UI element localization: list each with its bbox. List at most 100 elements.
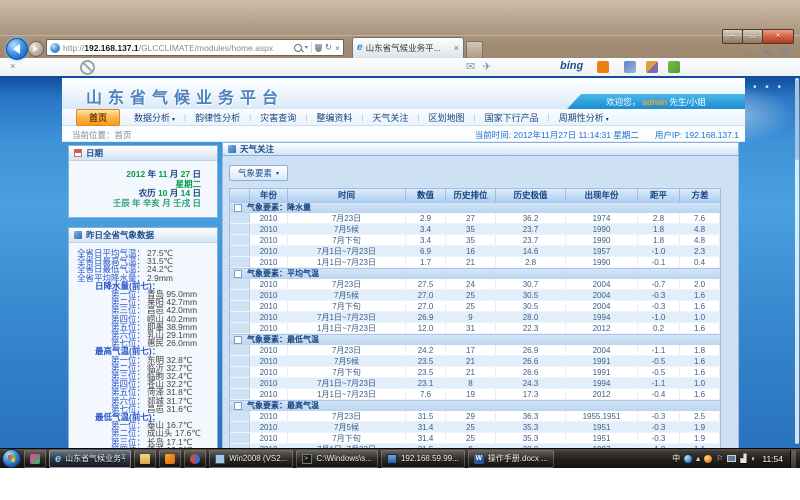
volume-icon[interactable]: ◖ bbox=[751, 454, 756, 463]
bing-logo[interactable]: bing bbox=[560, 60, 583, 72]
table-row[interactable]: 20107月23日24.21726.92004-1.11.8 bbox=[230, 345, 720, 356]
table-cell: 3.4 bbox=[406, 235, 446, 246]
nav-item-3[interactable]: 灾害查询 bbox=[251, 111, 305, 124]
maximize-button[interactable]: □ bbox=[742, 29, 763, 44]
envelope-icon[interactable]: ✉ bbox=[466, 60, 475, 73]
table-row[interactable]: 20107月下旬3.43523.719901.84.8 bbox=[230, 235, 720, 246]
table-cell: 30.5 bbox=[496, 290, 566, 301]
table-cell: 36.2 bbox=[496, 213, 566, 224]
table-row[interactable]: 20101月1日~7月23日7.61917.32012-0.41.6 bbox=[230, 389, 720, 400]
table-cell: 2010 bbox=[250, 312, 288, 323]
table-row[interactable]: 20107月1日~7月23日26.9928.01994-1.01.0 bbox=[230, 312, 720, 323]
browser-tab[interactable]: e 山东省气候业务平... × bbox=[352, 37, 464, 58]
table-group-row[interactable]: 气象要素：最高气温 bbox=[230, 400, 720, 411]
stop-icon[interactable]: × bbox=[335, 43, 340, 53]
group-checkbox[interactable] bbox=[234, 204, 242, 212]
nav-item-7[interactable]: 国家下行产品 bbox=[476, 111, 548, 124]
taskbar-window-3[interactable] bbox=[159, 450, 181, 468]
nav-item-4[interactable]: 整编资料 bbox=[307, 111, 361, 124]
table-row[interactable]: 20107月下旬23.52126.61991-0.51.6 bbox=[230, 367, 720, 378]
close-button[interactable]: × bbox=[762, 29, 794, 44]
orange-app-icon[interactable] bbox=[597, 61, 609, 73]
chevron-down-icon[interactable]: ▾ bbox=[305, 44, 308, 51]
nav-item-5[interactable]: 天气关注 bbox=[363, 111, 417, 124]
table-row[interactable]: 20101月1日~7月23日1.7212.81990-0.10.4 bbox=[230, 257, 720, 268]
display-tray-icon[interactable] bbox=[727, 455, 736, 462]
taskbar-window-4[interactable] bbox=[184, 450, 206, 468]
forward-button[interactable] bbox=[28, 41, 44, 57]
search-icon[interactable] bbox=[294, 44, 302, 52]
date-panel-title: 日期 bbox=[86, 147, 103, 159]
taskbar-window-2[interactable] bbox=[134, 450, 156, 468]
table-cell: 2010 bbox=[250, 378, 288, 389]
group-checkbox[interactable] bbox=[234, 336, 242, 344]
nav-item-0[interactable]: 首页 bbox=[76, 109, 120, 126]
table-group-row[interactable]: 气象要素：最低气温 bbox=[230, 334, 720, 345]
home-icon[interactable]: ⌂ bbox=[748, 47, 755, 59]
ime-indicator[interactable]: 中 bbox=[672, 453, 680, 464]
current-time: 当前时间: 2012年11月27日 11:14:31 星期二 bbox=[475, 129, 639, 141]
refresh-icon[interactable]: ↻ bbox=[325, 42, 332, 53]
favorites-star-icon[interactable]: ★ bbox=[762, 46, 772, 59]
nav-item-6[interactable]: 区划地图 bbox=[420, 111, 474, 124]
table-row[interactable]: 20107月下旬31.42535.31951-0.31.9 bbox=[230, 433, 720, 444]
url-text[interactable]: http://192.168.137.1/GLCCLIMATE/modules/… bbox=[63, 43, 291, 53]
table-row[interactable]: 20107月1日~7月23日23.1824.31994-1.11.0 bbox=[230, 378, 720, 389]
column-header-3: 历史排位 bbox=[446, 189, 496, 202]
taskbar-window-1[interactable]: e山东省气候业务平... bbox=[49, 450, 131, 468]
taskbar-window-7[interactable]: 192.168.59.99... bbox=[381, 450, 465, 468]
puzzle-addon-icon[interactable] bbox=[668, 61, 680, 73]
table-row[interactable]: 20107月5候27.02530.52004-0.31.6 bbox=[230, 290, 720, 301]
settings-gear-icon[interactable]: ⚙ bbox=[780, 46, 790, 59]
scrollbar-thumb[interactable] bbox=[795, 80, 799, 160]
table-cell: 1.7 bbox=[406, 257, 446, 268]
table-cell: 1.8 bbox=[680, 345, 720, 356]
vertical-scrollbar[interactable] bbox=[795, 78, 799, 444]
action-center-flag-icon[interactable]: ⚐ bbox=[716, 454, 723, 463]
blocked-icon[interactable] bbox=[80, 60, 95, 75]
group-checkbox[interactable] bbox=[234, 270, 242, 278]
taskbar-window-6[interactable]: >C:\Windows\s... bbox=[296, 450, 378, 468]
palette-app-icon[interactable] bbox=[646, 61, 658, 73]
table-row[interactable]: 20107月23日27.52430.72004-0.72.0 bbox=[230, 279, 720, 290]
table-cell: 24.2 bbox=[406, 345, 446, 356]
stats-list: 全省日平均气温：27.5℃全省日最高气温：31.5℃全省日最低气温：24.2℃全… bbox=[69, 243, 217, 448]
firefox-tray-icon[interactable] bbox=[704, 455, 712, 463]
back-button[interactable] bbox=[6, 38, 28, 60]
taskbar-window-8[interactable]: W操作手册.docx ... bbox=[468, 450, 554, 468]
table-group-row[interactable]: 气象要素：平均气温 bbox=[230, 268, 720, 279]
show-desktop-button[interactable] bbox=[790, 450, 796, 468]
table-cell: 1月1日~7月23日 bbox=[288, 257, 406, 268]
network-icon[interactable]: ▟ bbox=[740, 454, 746, 463]
taskbar-clock[interactable]: 11:54 bbox=[762, 454, 783, 464]
tray-expand-icon[interactable]: ▴ bbox=[696, 454, 700, 463]
start-button[interactable] bbox=[2, 449, 21, 468]
minimize-button[interactable]: – bbox=[722, 29, 743, 44]
table-row[interactable]: 20107月下旬27.02530.52004-0.31.6 bbox=[230, 301, 720, 312]
table-row[interactable]: 20107月5候23.52126.61991-0.51.6 bbox=[230, 356, 720, 367]
group-checkbox[interactable] bbox=[234, 402, 242, 410]
camera-app-icon[interactable] bbox=[624, 61, 636, 73]
compatibility-icon[interactable] bbox=[315, 44, 322, 52]
new-tab-button[interactable] bbox=[466, 41, 483, 59]
nav-item-1[interactable]: 数据分析▾ bbox=[125, 111, 184, 124]
nav-item-2[interactable]: 韵律性分析 bbox=[186, 111, 249, 124]
chevron-down-icon: ▾ bbox=[172, 117, 175, 123]
table-row[interactable]: 20101月1日~7月23日12.03122.320120.21.6 bbox=[230, 323, 720, 334]
send-plane-icon[interactable]: ✈ bbox=[482, 60, 491, 73]
address-bar[interactable]: http://192.168.137.1/GLCCLIMATE/modules/… bbox=[46, 39, 344, 56]
table-row[interactable]: 20107月23日31.52936.31955,1951-0.32.5 bbox=[230, 411, 720, 422]
table-row[interactable]: 20107月5候31.42535.31951-0.31.9 bbox=[230, 422, 720, 433]
taskbar-window-0[interactable] bbox=[24, 450, 46, 468]
taskbar-window-5[interactable]: Win2008 (VS2... bbox=[209, 450, 293, 468]
nav-item-8[interactable]: 周期性分析▾ bbox=[550, 111, 618, 124]
tray-app-icon[interactable] bbox=[684, 455, 692, 463]
table-row[interactable]: 20107月1日~7月23日6.91614.61957-1.02.3 bbox=[230, 246, 720, 257]
tab-close-icon[interactable]: × bbox=[454, 43, 459, 53]
table-row[interactable]: 20107月23日2.92736.219742.87.6 bbox=[230, 213, 720, 224]
table-cell: 1991 bbox=[566, 367, 638, 378]
element-filter-button[interactable]: 气象要素▾ bbox=[229, 165, 288, 181]
toolbar-close-icon[interactable]: × bbox=[10, 61, 15, 71]
table-row[interactable]: 20107月5候3.43523.719901.84.8 bbox=[230, 224, 720, 235]
table-group-row[interactable]: 气象要素：降水量 bbox=[230, 202, 720, 213]
